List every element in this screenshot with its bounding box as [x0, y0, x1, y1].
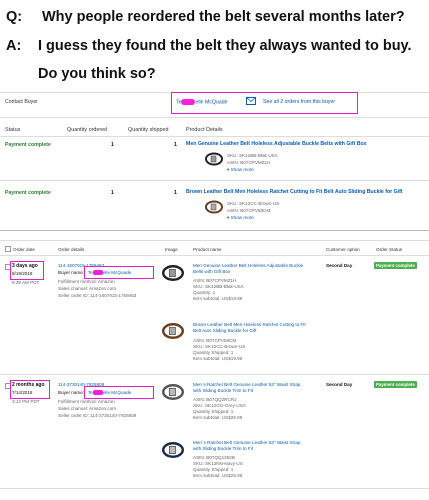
header-qty-ordered: Quantity ordered [67, 127, 108, 133]
summary-show-more[interactable]: ▾ Show more [227, 215, 254, 221]
summary-sku: SKU: SK12CC-Brown-US [227, 201, 280, 206]
item-sku: SKU: SK12GG-Grey-USA [193, 403, 246, 408]
product-name-link[interactable]: Men`s Ratchet Belt Genuine Leather 53" W… [193, 440, 300, 451]
item-subtotal: Item subtotal: US$25.99 [193, 415, 243, 420]
a-line1: I guess they found the belt they always … [38, 38, 412, 54]
fulfillment-method: Fulfillment method: Amazon [58, 279, 115, 284]
seller-order-id: Seller order ID: 114-1607915-1759463 [58, 293, 137, 298]
header-image: Image [165, 247, 178, 252]
summary-show-more[interactable]: ▾ Show more [227, 167, 254, 173]
customer-option: Second Day [326, 263, 353, 268]
buyer-name-label: Buyer name: [58, 390, 85, 395]
belt-product-icon [162, 384, 184, 400]
item-qty: Quantity Shipped: 1 [193, 350, 234, 355]
header-product-name: Product name [193, 247, 222, 252]
fulfillment-method: Fulfillment method: Amazon [58, 399, 115, 404]
product-name-link[interactable]: Brown Leather Belt Men Holeless Ratchet … [193, 322, 306, 333]
order-time: 9:39 AM PDT [12, 280, 40, 285]
summary-qty-shipped: 1 [174, 142, 177, 148]
buyer-name-link[interactable]: Te elle McQuade [88, 270, 131, 276]
item-asin: ASIN: B07CPVMZ1H [193, 278, 237, 283]
header-customer-option: Customer option [326, 247, 360, 252]
product-name-link[interactable]: Men`s Ratchet Belt Genuine Leather 53" W… [193, 382, 300, 393]
select-all-checkbox[interactable] [5, 246, 11, 252]
summary-qty-shipped: 1 [174, 190, 177, 196]
summary-status: Payment complete [5, 142, 51, 148]
header-order-date: Order date [13, 247, 35, 252]
order-age: 3 days ago [12, 263, 38, 269]
item-sku: SKU: SK12CC-Brown-US [193, 344, 246, 349]
sales-channel: Sales channel: Amazon.com [58, 406, 116, 411]
seller-order-id: Seller order ID: 114-3730140-7925809 [58, 413, 137, 418]
summary-product-title[interactable]: Men Genuine Leather Belt Holeless Adjust… [186, 141, 367, 147]
envelope-icon[interactable] [246, 97, 256, 105]
summary-asin: ASIN: B07CPVMZ1H [227, 160, 271, 165]
header-qty-shipped: Quantity shipped [128, 127, 169, 133]
item-qty: Quantity: 1 [193, 290, 216, 295]
belt-product-icon [162, 265, 184, 281]
order-age: 2 months ago [12, 382, 45, 388]
summary-product-title[interactable]: Brown Leather Belt Men Holeless Ratchet … [186, 189, 403, 195]
buyer-name-link[interactable]: Te elle McQuade [88, 390, 131, 396]
q-label: Q: [6, 9, 23, 25]
belt-product-icon [205, 152, 223, 166]
header-order-details: Order details [58, 247, 85, 252]
summary-qty-ordered: 1 [111, 142, 114, 148]
a-line2: Do you think so? [38, 66, 156, 82]
belt-product-icon [205, 200, 223, 214]
item-subtotal: Item subtotal: US$19.99 [193, 296, 243, 301]
header-product-details: Product Details [186, 127, 223, 133]
summary-qty-ordered: 1 [111, 190, 114, 196]
item-sku: SKU: SK12NN-Navy-US [193, 461, 243, 466]
contact-buyer-label: Contact Buyer [5, 99, 38, 105]
summary-asin: ASIN: B07CPV58CM [227, 208, 271, 213]
item-asin: ASIN: B07QQ1352B [193, 455, 235, 460]
a-label: A: [6, 38, 22, 54]
summary-status: Payment complete [5, 190, 51, 196]
redacted-name-blob [92, 270, 103, 276]
order-date: 7/14/2018 [12, 390, 33, 395]
item-qty: Quantity Shipped: 1 [193, 467, 234, 472]
redacted-name-blob [181, 99, 196, 105]
item-qty: Quantity Shipped: 1 [193, 409, 234, 414]
item-subtotal: Item subtotal: US$25.99 [193, 473, 243, 478]
see-all-orders-link[interactable]: See all 2 orders from this buyer [263, 99, 335, 105]
item-asin: ASIN: B07QQ2RCR2 [193, 397, 237, 402]
sales-channel: Sales channel: Amazon.com [58, 286, 116, 291]
q-text: Why people reordered the belt several mo… [42, 9, 405, 25]
summary-sku: SKU: SK12BB-Blak-USA [227, 153, 278, 158]
item-asin: ASIN: B07CPV58CM [193, 338, 237, 343]
payment-complete-badge: Payment complete [374, 381, 417, 388]
payment-complete-badge: Payment complete [374, 262, 417, 269]
customer-option: Second Day [326, 382, 353, 387]
order-time: 3:12 PM PDT [12, 399, 40, 404]
product-name-link[interactable]: Men Genuine Leather Belt Holeless Adjust… [193, 263, 303, 274]
item-sku: SKU: SK12BB-Blak-USA [193, 284, 244, 289]
redacted-name-blob [92, 390, 103, 396]
header-status: Status [5, 127, 21, 133]
order-date: 9/19/2018 [12, 271, 33, 276]
contact-buyer-name[interactable]: Te elle McQuade [176, 99, 228, 105]
item-subtotal: Item subtotal: US$19.99 [193, 356, 243, 361]
belt-product-icon [162, 323, 184, 339]
header-order-status: Order Status [376, 247, 403, 252]
belt-product-icon [162, 442, 184, 458]
buyer-name-label: Buyer name: [58, 270, 85, 275]
